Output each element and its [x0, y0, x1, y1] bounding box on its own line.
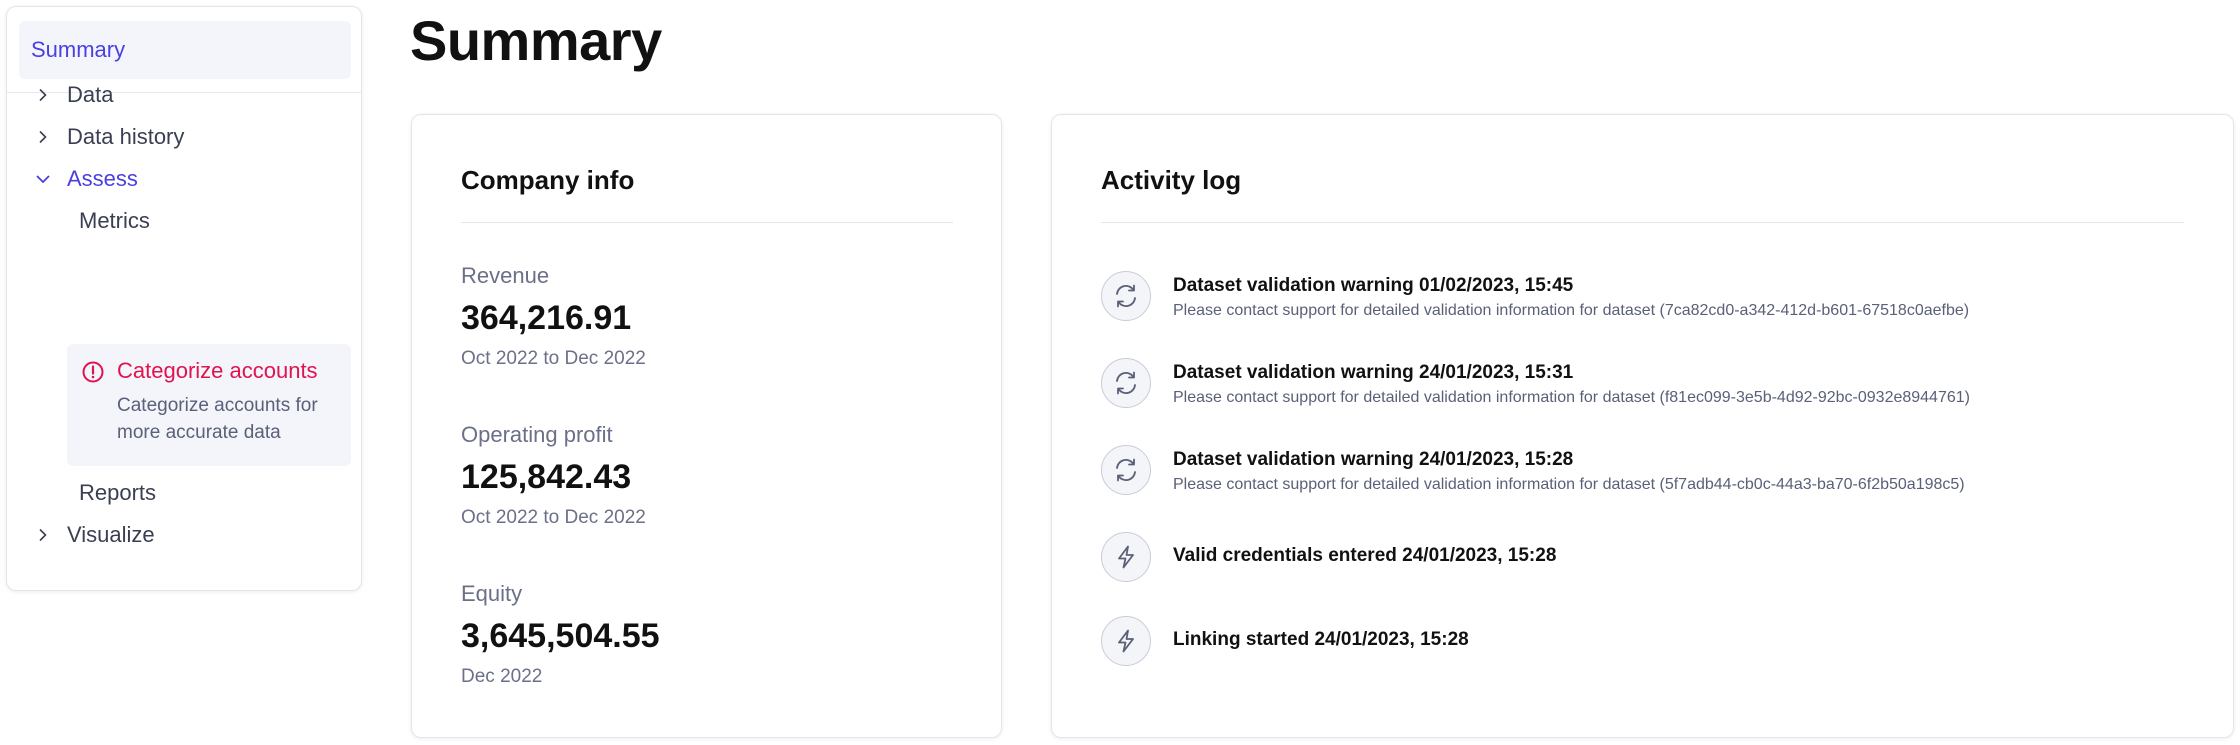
chevron-down-icon	[31, 167, 55, 191]
metric-label: Equity	[461, 581, 523, 606]
metric-equity: Equity 3,645,504.55 Dec 2022	[461, 581, 660, 688]
activity-log-entry: Linking started 24/01/2023, 15:28	[1101, 616, 2201, 668]
lightning-icon	[1101, 616, 1151, 666]
activity-log-entry: Valid credentials entered 24/01/2023, 15…	[1101, 532, 2201, 584]
lightning-icon	[1101, 532, 1151, 582]
sidebar-item-label: Assess	[67, 166, 138, 191]
sidebar-subitem-categorize-accounts[interactable]: Categorize accounts Categorize accounts …	[67, 344, 351, 466]
activity-log-title: Activity log	[1101, 165, 1242, 195]
activity-log-entry-description: Please contact support for detailed vali…	[1173, 389, 1970, 406]
refresh-icon	[1101, 358, 1151, 408]
sidebar-item-label: Data history	[67, 124, 185, 149]
activity-log-entry: Dataset validation warning 24/01/2023, 1…	[1101, 445, 2201, 497]
company-info-title: Company info	[461, 165, 635, 195]
sidebar-item-visualize[interactable]: Visualize	[31, 515, 155, 555]
sidebar-item-data-history[interactable]: Data history	[31, 117, 184, 157]
metric-label: Operating profit	[461, 422, 613, 447]
activity-log-entry-title: Linking started 24/01/2023, 15:28	[1173, 629, 1469, 650]
metric-revenue: Revenue 364,216.91 Oct 2022 to Dec 2022	[461, 263, 646, 370]
page-title: Summary	[410, 9, 662, 72]
metric-label: Revenue	[461, 263, 550, 288]
activity-log-card: Activity log Dataset validation warning …	[1051, 114, 2234, 738]
chevron-right-icon	[31, 83, 55, 107]
metric-value: 364,216.91	[461, 299, 632, 337]
activity-log-entry-title: Dataset validation warning 24/01/2023, 1…	[1173, 362, 1574, 383]
metric-period: Dec 2022	[461, 666, 543, 687]
metric-period: Oct 2022 to Dec 2022	[461, 348, 646, 369]
categorize-accounts-description: Categorize accounts for more accurate da…	[117, 395, 318, 443]
activity-log-entry-title: Dataset validation warning 24/01/2023, 1…	[1173, 449, 1574, 470]
sidebar-item-data[interactable]: Data	[31, 75, 113, 115]
metric-period: Oct 2022 to Dec 2022	[461, 507, 646, 528]
sidebar-item-label: Data	[67, 82, 114, 107]
categorize-accounts-title: Categorize accounts	[117, 358, 318, 383]
refresh-icon	[1101, 445, 1151, 495]
sidebar-item-summary[interactable]: Summary	[19, 21, 351, 79]
metric-value: 3,645,504.55	[461, 617, 660, 655]
sidebar-subitem-metrics[interactable]: Metrics	[79, 201, 150, 241]
activity-log-entry-description: Please contact support for detailed vali…	[1173, 476, 1965, 493]
chevron-right-icon	[31, 125, 55, 149]
activity-log-entry-description: Please contact support for detailed vali…	[1173, 302, 1970, 319]
sidebar-subitem-reports[interactable]: Reports	[79, 473, 156, 513]
chevron-right-icon	[31, 523, 55, 547]
activity-log-entry-title: Valid credentials entered 24/01/2023, 15…	[1173, 545, 1557, 566]
card-divider	[1101, 222, 2184, 223]
activity-log-entry: Dataset validation warning 01/02/2023, 1…	[1101, 271, 2201, 323]
alert-circle-icon	[81, 360, 105, 384]
company-info-card: Company info Revenue 364,216.91 Oct 2022…	[411, 114, 1002, 738]
activity-log-entry: Dataset validation warning 24/01/2023, 1…	[1101, 358, 2201, 410]
metric-value: 125,842.43	[461, 458, 632, 496]
sidebar: Summary Data Data history Assess Metrics…	[6, 6, 362, 591]
refresh-icon	[1101, 271, 1151, 321]
card-divider	[461, 222, 953, 223]
sidebar-item-assess[interactable]: Assess	[31, 159, 138, 199]
metric-operating-profit: Operating profit 125,842.43 Oct 2022 to …	[461, 422, 646, 529]
sidebar-item-label: Visualize	[67, 522, 155, 547]
activity-log-entry-title: Dataset validation warning 01/02/2023, 1…	[1173, 275, 1574, 296]
